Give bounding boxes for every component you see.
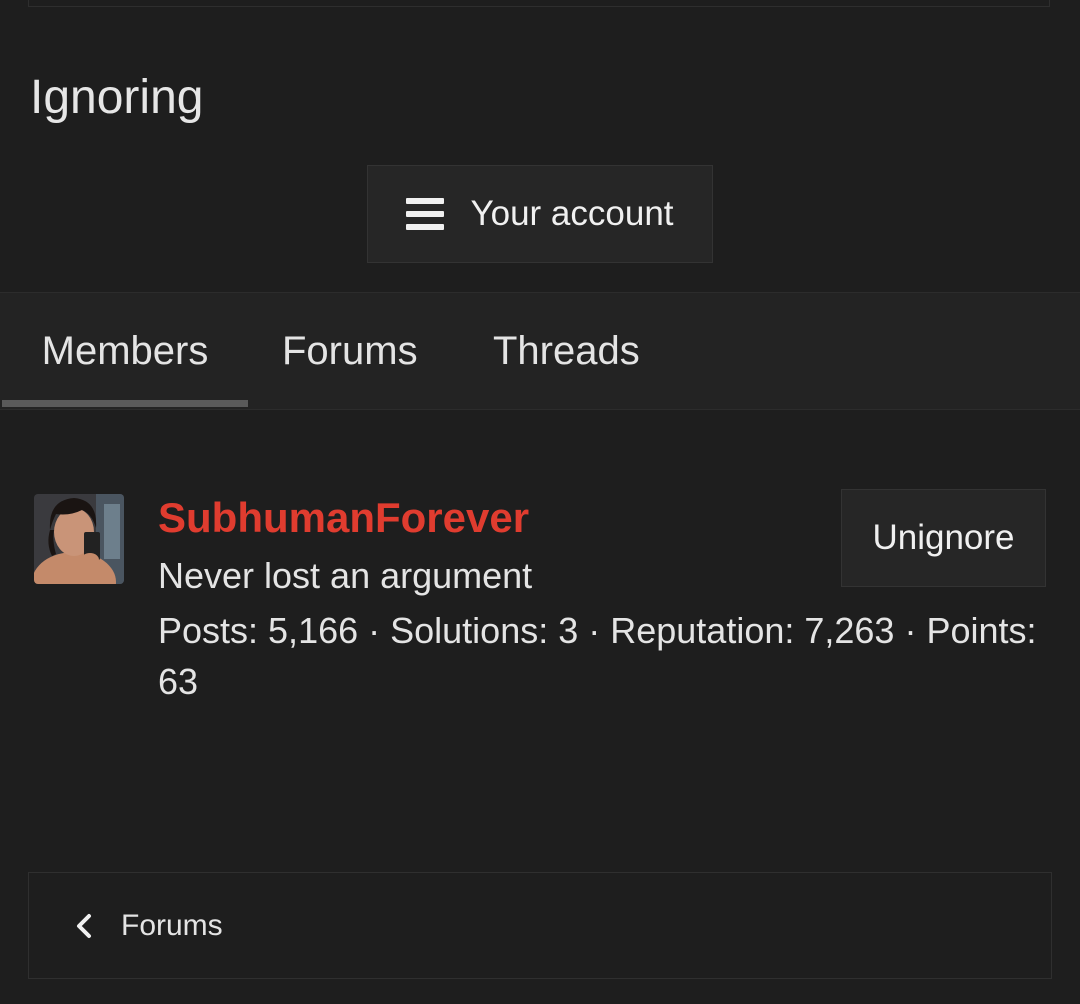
chevron-left-icon bbox=[73, 911, 95, 941]
hamburger-icon bbox=[406, 198, 445, 230]
ignore-tabs: Members Forums Threads bbox=[0, 292, 1080, 410]
your-account-label: Your account bbox=[470, 194, 674, 233]
breadcrumb-label: Forums bbox=[121, 908, 223, 942]
tab-members-label: Members bbox=[41, 328, 209, 373]
member-user-title: Never lost an argument bbox=[158, 555, 533, 596]
your-account-button[interactable]: Your account bbox=[367, 165, 713, 263]
breadcrumb[interactable]: Forums bbox=[28, 872, 1052, 979]
page-title: Ignoring bbox=[30, 71, 204, 124]
tab-forums[interactable]: Forums bbox=[282, 293, 418, 409]
active-tab-indicator bbox=[2, 400, 248, 407]
tab-threads[interactable]: Threads bbox=[493, 293, 640, 409]
avatar[interactable] bbox=[34, 494, 124, 584]
unignore-button[interactable]: Unignore bbox=[841, 489, 1046, 587]
tab-forums-label: Forums bbox=[282, 328, 418, 373]
tab-threads-label: Threads bbox=[493, 328, 640, 373]
tab-members[interactable]: Members bbox=[2, 293, 248, 409]
list-item: SubhumanForever Never lost an argument P… bbox=[0, 410, 1080, 870]
member-stats: Posts: 5,166 · Solutions: 3 · Reputation… bbox=[158, 610, 1037, 702]
top-container-edge bbox=[28, 0, 1050, 7]
member-username-link[interactable]: SubhumanForever bbox=[158, 494, 529, 542]
